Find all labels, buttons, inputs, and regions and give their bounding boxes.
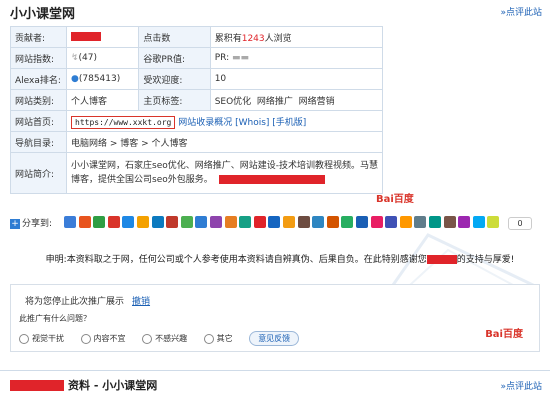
ad-problem-label: 此推广有什么问题？ (19, 314, 91, 323)
google-pr-label: 谷歌PR值: (138, 47, 211, 69)
radio-icon[interactable] (142, 333, 153, 344)
share-service-icon[interactable] (151, 216, 164, 228)
tag-link[interactable]: 网络营销 (299, 97, 335, 107)
ad-feedback-panel: 将为您停止此次推广展示 撤销 此推广有什么问题？ 视觉干扰 内容不宜 不感兴趣 其… (10, 284, 540, 352)
alexa-value: ●(785413) (65, 68, 140, 90)
homepage-url-link[interactable]: https://www.xxkt.org (71, 115, 176, 129)
radio-icon[interactable] (80, 333, 91, 344)
intro-value: 小小课堂网，石家庄seo优化、网络推广、网站建设-技术培训教程视频。马慧 博客，… (66, 152, 383, 194)
option-visual-interference[interactable]: 视觉干扰 (19, 333, 64, 344)
share-service-icon[interactable] (93, 216, 106, 228)
share-service-icon[interactable] (283, 216, 295, 228)
share-service-icon[interactable] (253, 216, 266, 228)
tags-value: SEO优化 网络推广 网络营销 (209, 89, 383, 111)
share-service-icon[interactable] (370, 216, 383, 228)
alexa-globe-icon: ● (71, 74, 79, 84)
tag-link[interactable]: SEO优化 (215, 97, 251, 107)
disclaimer-text: 申明:本资料取之于网，任何公司或个人参考使用本资料请自辨真伪、后果自负。在此特别… (45, 255, 515, 265)
footer-title: 资料 - 小小课堂网 (68, 379, 158, 392)
intro-label: 网站简介: (10, 152, 67, 194)
undo-link[interactable]: 撤销 (132, 297, 150, 307)
tags-label: 主页标签: (138, 89, 211, 111)
share-service-icon[interactable] (312, 216, 325, 228)
share-service-icon[interactable] (210, 216, 222, 228)
share-service-icon[interactable] (429, 216, 441, 228)
visits-label: 点击数 (138, 26, 211, 48)
share-service-icon[interactable] (78, 216, 91, 228)
alexa-label: Alexa排名: (10, 68, 67, 90)
plus-icon: + (10, 219, 20, 229)
feedback-button[interactable]: 意见反馈 (249, 331, 300, 346)
category-value: 个人博客 (65, 89, 140, 111)
share-service-icon[interactable] (399, 216, 412, 228)
contributor-value (65, 26, 140, 48)
whois-link[interactable]: [Whois] (235, 118, 269, 128)
popularity-value: 10 (209, 68, 383, 90)
review-site-link[interactable]: »点评此站 (500, 5, 542, 18)
index-overview-link[interactable]: 网站收录概况 (178, 118, 232, 128)
pr-bar: ▬▬ (232, 53, 250, 63)
option-inappropriate[interactable]: 内容不宜 (80, 333, 126, 344)
option-not-interested[interactable]: 不感兴趣 (142, 333, 187, 344)
redacted-username (426, 255, 457, 264)
option-other[interactable]: 其它 (203, 333, 233, 344)
google-pr-value: PR: ▬▬ (209, 47, 383, 69)
share-bar: + 分享到: 0 (10, 214, 532, 232)
site-info-table: 贡献者: 点击数 累积有1243人浏览 网站指数: ↯(47) 谷歌PR值: P… (10, 26, 383, 194)
share-service-icon[interactable] (64, 216, 76, 228)
share-service-icon[interactable] (107, 216, 120, 228)
share-service-icon[interactable] (122, 216, 135, 228)
share-service-icon[interactable] (137, 216, 149, 228)
mobile-version-link[interactable]: [手机版] (272, 118, 306, 128)
popularity-label: 受欢迎度: (138, 68, 211, 90)
share-service-icon[interactable] (224, 216, 237, 228)
redacted-site-owner (10, 380, 64, 391)
title-bar: 小小课堂网 »点评此站 (0, 0, 550, 22)
index-icon: ↯ (71, 53, 79, 63)
share-service-icon[interactable] (239, 216, 252, 228)
nav-path: 电脑网络 > 博客 > 个人博客 (66, 131, 383, 153)
ad-baidu-logo: Bai百度 (485, 329, 523, 340)
baidu-logo: Bai百度 (376, 194, 414, 205)
intro-line-1: 小小课堂网，石家庄seo优化、网络推广、网站建设-技术培训教程视频。马慧 (71, 161, 378, 171)
contributor-label: 贡献者: (10, 26, 67, 48)
footer-review-link[interactable]: »点评此站 (500, 379, 542, 392)
nav-label: 导航目录: (10, 131, 67, 153)
radio-icon[interactable] (203, 333, 214, 344)
share-service-icon[interactable] (356, 216, 368, 228)
category-label: 网站类别: (10, 89, 67, 111)
share-service-icon[interactable] (341, 216, 354, 228)
share-service-icon[interactable] (326, 216, 339, 228)
ad-options: 视觉干扰 内容不宜 不感兴趣 其它 意见反馈 (19, 331, 300, 346)
radio-icon[interactable] (19, 333, 29, 344)
intro-line-2: 博客，提供全国公司seo外包服务。 (71, 173, 378, 187)
share-service-icon[interactable] (268, 216, 281, 228)
tag-link[interactable]: 网络推广 (257, 97, 293, 107)
share-count: 0 (508, 217, 532, 230)
share-service-icon[interactable] (458, 216, 471, 228)
share-service-icon[interactable] (385, 216, 398, 228)
share-service-icon[interactable] (195, 216, 208, 228)
site-index-value: ↯(47) (65, 47, 140, 69)
visits-value: 累积有1243人浏览 (209, 26, 383, 48)
share-service-icon[interactable] (414, 216, 427, 228)
ad-stop-notice: 将为您停止此次推广展示 撤销 (25, 297, 151, 307)
share-service-icon[interactable] (472, 216, 485, 228)
redacted-contributor (71, 32, 101, 41)
homepage-label: 网站首页: (10, 110, 67, 132)
share-label: + 分享到: (10, 219, 53, 229)
footer-section: 资料 - 小小课堂网 »点评此站 (0, 370, 550, 401)
homepage-value: https://www.xxkt.org 网站收录概况 [Whois] [手机版… (66, 110, 383, 132)
page-title: 小小课堂网 (10, 7, 76, 22)
share-service-icon[interactable] (487, 216, 500, 228)
share-service-icon[interactable] (297, 216, 310, 228)
share-service-icon[interactable] (443, 216, 456, 228)
share-service-icon[interactable] (180, 216, 193, 228)
redacted-intro (218, 175, 325, 184)
share-service-icon[interactable] (166, 216, 179, 228)
site-index-label: 网站指数: (10, 47, 67, 69)
